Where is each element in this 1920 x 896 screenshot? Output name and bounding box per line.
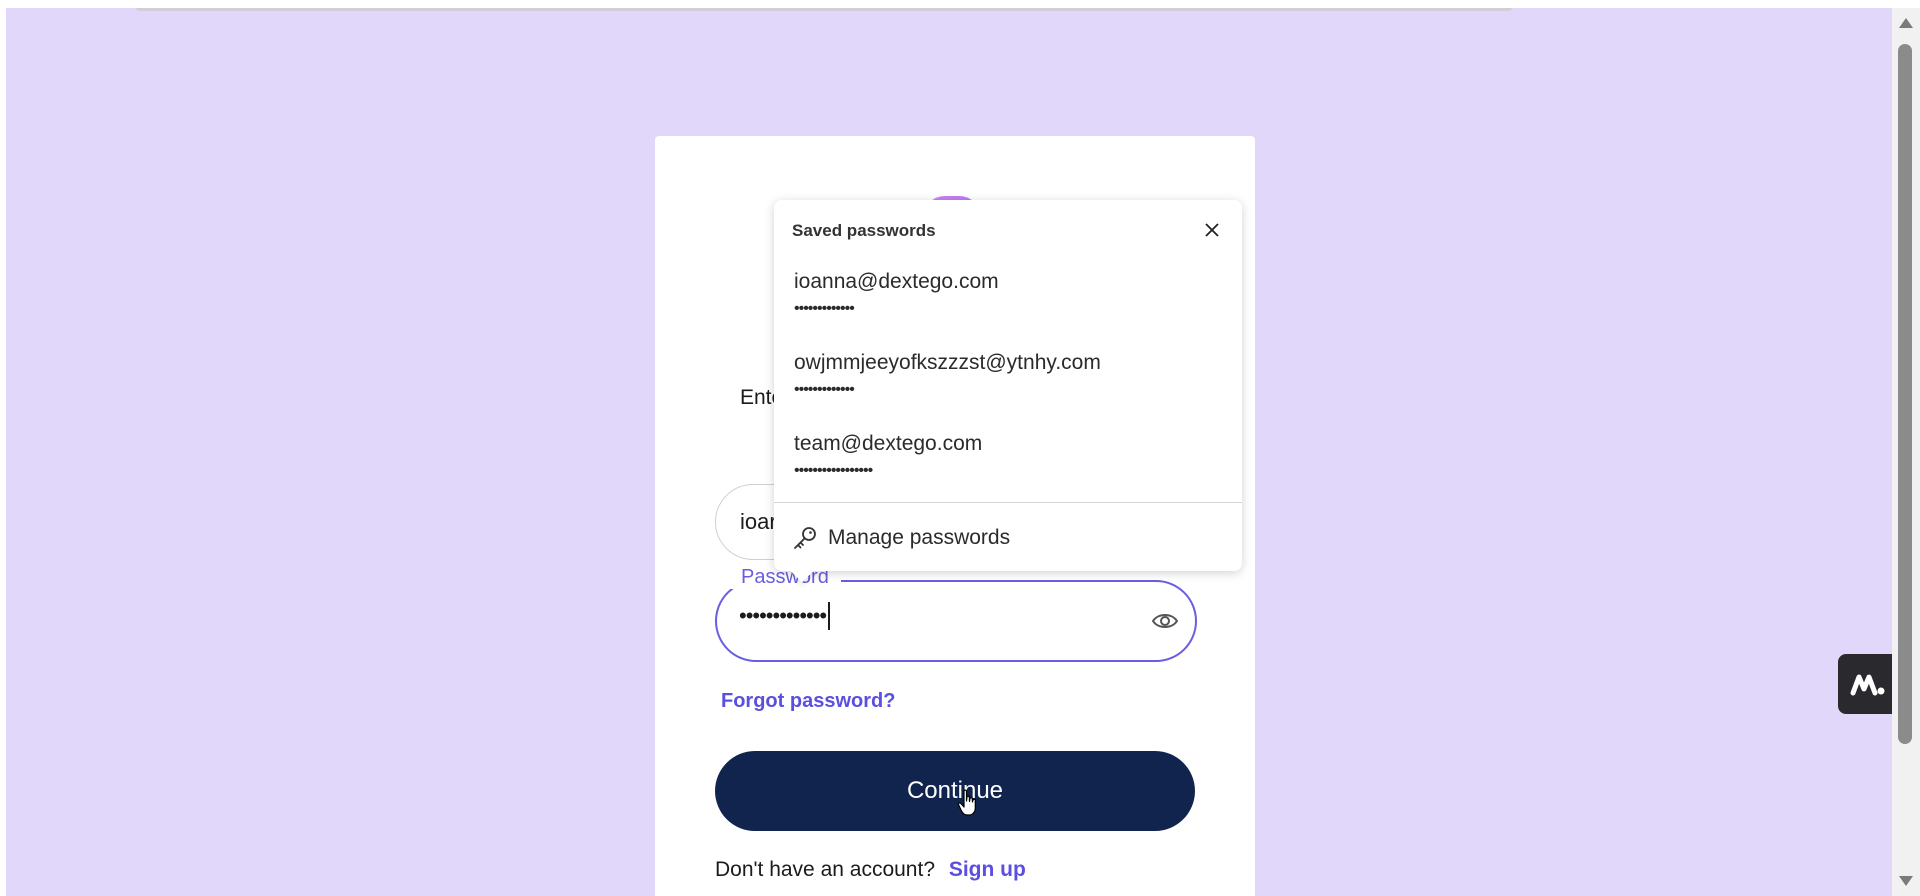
signup-prompt: Don't have an account? (715, 858, 935, 881)
scroll-down-arrow[interactable] (1899, 876, 1913, 886)
close-icon (1205, 223, 1219, 237)
popup-divider (774, 502, 1242, 503)
show-password-button[interactable] (1149, 606, 1181, 636)
credential-password-mask: ••••••••••••••••• (794, 462, 873, 479)
forgot-password-link[interactable]: Forgot password? (721, 690, 895, 713)
top-strip (136, 8, 1512, 11)
scroll-up-arrow[interactable] (1899, 18, 1913, 28)
credential-username: owjmmjeeyofkszzzst@ytnhy.com (794, 351, 1101, 374)
key-icon (792, 525, 818, 551)
popup-title: Saved passwords (792, 221, 936, 240)
password-field[interactable]: Password ••••••••••••• (715, 566, 1197, 662)
password-value: ••••••••••••• (739, 603, 827, 628)
password-value-wrap: ••••••••••••• (739, 602, 831, 630)
saved-credential-item[interactable]: ioanna@dextego.com ••••••••••••• (774, 260, 1242, 336)
saved-credential-item[interactable]: team@dextego.com ••••••••••••••••• (774, 422, 1242, 498)
scroll-thumb[interactable] (1898, 44, 1912, 744)
continue-button[interactable]: Continue (715, 751, 1195, 831)
credential-password-mask: ••••••••••••• (794, 300, 855, 317)
popup-close-button[interactable] (1200, 218, 1224, 242)
vertical-scrollbar[interactable] (1892, 8, 1920, 896)
credential-password-mask: ••••••••••••• (794, 381, 855, 398)
hand-cursor-icon (957, 789, 976, 816)
eye-icon (1151, 614, 1179, 628)
credential-username: ioanna@dextego.com (794, 270, 999, 293)
signup-row: Don't have an account? Sign up (715, 858, 1026, 882)
email-value: ioar (740, 509, 777, 534)
saved-passwords-popup: Saved passwords ioanna@dextego.com •••••… (774, 200, 1242, 583)
manage-passwords-label: Manage passwords (828, 526, 1011, 549)
side-widget-button[interactable] (1838, 654, 1892, 714)
saved-credential-item[interactable]: owjmmjeeyofkszzzst@ytnhy.com •••••••••••… (774, 341, 1242, 417)
signup-link[interactable]: Sign up (949, 858, 1026, 881)
brand-m-icon (1850, 674, 1885, 696)
manage-passwords-button[interactable]: Manage passwords (792, 520, 1010, 556)
credential-username: team@dextego.com (794, 432, 983, 455)
text-caret (828, 602, 831, 630)
